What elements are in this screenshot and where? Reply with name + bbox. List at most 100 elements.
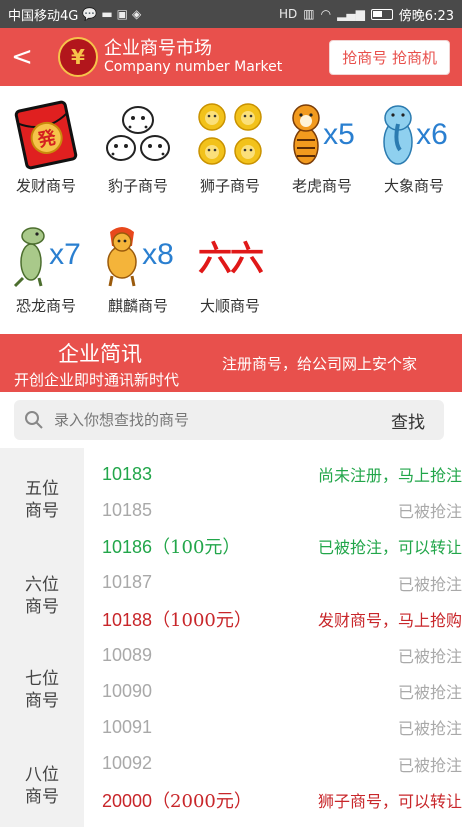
- multiplier-label: x5: [323, 118, 355, 151]
- number-value: 10187: [102, 572, 152, 593]
- number-row[interactable]: 20000（2000元） 狮子商号，可以转让: [84, 782, 462, 818]
- chat-icon: 💬: [82, 7, 98, 21]
- number-row[interactable]: 10187 已被抢注: [84, 565, 462, 601]
- number-text: 10183: [102, 463, 153, 484]
- search-button[interactable]: 查找: [372, 408, 444, 433]
- number-text: 10186: [102, 537, 153, 558]
- number-price: （100元）: [152, 537, 241, 559]
- signal-icon: ▂▄▆: [337, 7, 365, 21]
- number-row[interactable]: 10092 已被抢注: [84, 746, 462, 782]
- number-row[interactable]: 10188（1000元） 发财商号，马上抢购: [84, 601, 462, 637]
- number-status: 已被抢注，可以转让: [317, 538, 462, 558]
- liu-liu-icon: 六六: [190, 219, 270, 291]
- search-icon: [14, 410, 54, 430]
- leopard-icon: [98, 99, 178, 171]
- number-status: 已被抢注: [397, 755, 462, 775]
- category-laohu[interactable]: x5 老虎商号: [276, 95, 368, 205]
- category-facai[interactable]: 発 发财商号: [0, 95, 92, 205]
- lion-icon: [190, 99, 270, 171]
- group-seven-digit[interactable]: 七位 商号: [0, 668, 84, 712]
- image-icon: ▣: [116, 7, 128, 21]
- category-label: 大象商号: [383, 177, 444, 195]
- number-status: 发财商号，马上抢购: [317, 610, 462, 630]
- number-status: 狮子商号，可以转让: [317, 791, 462, 811]
- news-banner[interactable]: 企业简讯 开创企业即时通讯新时代 注册商号，给公司网上安个家: [0, 334, 462, 392]
- number-value: 10183: [102, 464, 152, 485]
- vibrate-icon: ▥: [303, 7, 315, 21]
- group-line1: 五位: [25, 479, 59, 499]
- category-baozi[interactable]: 豹子商号: [92, 95, 184, 205]
- multiplier-label: x7: [49, 238, 81, 271]
- number-text: 10185: [102, 499, 153, 520]
- banner-subtitle: 开创企业即时通讯新时代: [14, 371, 180, 389]
- category-label: 发财商号: [15, 177, 76, 195]
- app-icon: ▬: [101, 7, 113, 21]
- number-text: 20000: [102, 790, 153, 811]
- length-sidebar: 五位 商号 六位 商号 七位 商号 八位 商号: [0, 448, 84, 827]
- number-row[interactable]: 10091 已被抢注: [84, 709, 462, 745]
- banner-slogan: 注册商号，给公司网上安个家: [222, 355, 418, 373]
- category-dashun[interactable]: 六六 大顺商号: [184, 215, 276, 325]
- category-qilin[interactable]: x8 麒麟商号: [92, 215, 184, 325]
- number-price: （2000元）: [152, 790, 252, 812]
- category-shizi[interactable]: 狮子商号: [184, 95, 276, 205]
- logo-icon: ¥: [58, 37, 98, 77]
- number-row[interactable]: 10185 已被抢注: [84, 492, 462, 528]
- search-bar: 查找: [14, 400, 444, 440]
- number-text: 10089: [102, 644, 153, 665]
- multiplier-label: x8: [142, 238, 174, 271]
- number-price: （1000元）: [152, 609, 252, 631]
- category-label: 麒麟商号: [107, 297, 168, 315]
- status-bar: 中国移动4G 💬 ▬ ▣ ◈ HD ▥ ◠ ▂▄▆ 傍晚6:23: [0, 0, 462, 28]
- number-status: 已被抢注: [397, 683, 462, 703]
- number-row[interactable]: 10089 已被抢注: [84, 637, 462, 673]
- group-six-digit[interactable]: 六位 商号: [0, 574, 84, 618]
- number-value: 10185: [102, 500, 152, 521]
- group-line1: 八位: [25, 765, 59, 785]
- category-daxiang[interactable]: x6 大象商号: [368, 95, 460, 205]
- category-label: 狮子商号: [199, 177, 260, 195]
- title-cn: 企业商号市场: [104, 37, 212, 59]
- hd-icon: HD: [279, 7, 298, 21]
- number-value: 10090: [102, 681, 152, 702]
- number-status: 已被抢注: [397, 574, 462, 594]
- category-konglong[interactable]: x7 恐龙商号: [0, 215, 92, 325]
- number-value: 10091: [102, 717, 152, 738]
- number-text: 10090: [102, 680, 153, 701]
- group-line1: 六位: [25, 575, 59, 595]
- number-status: 已被抢注: [397, 719, 462, 739]
- tiger-icon: x5: [282, 99, 362, 171]
- category-label: 恐龙商号: [15, 297, 76, 315]
- qilin-icon: x8: [98, 219, 178, 291]
- group-line1: 七位: [25, 669, 59, 689]
- search-input[interactable]: [54, 411, 372, 429]
- number-value: 10092: [102, 753, 152, 774]
- number-row[interactable]: 10183 尚未注册，马上抢注: [84, 456, 462, 492]
- category-label: 老虎商号: [291, 177, 352, 195]
- liu-liu-glyphs: 六六: [198, 238, 264, 279]
- title-en: Company number Market: [104, 59, 283, 76]
- group-eight-digit[interactable]: 八位 商号: [0, 764, 84, 808]
- number-status: 尚未注册，马上抢注: [317, 466, 462, 485]
- elephant-icon: x6: [374, 99, 454, 171]
- category-label: 大顺商号: [199, 297, 260, 315]
- group-five-digit[interactable]: 五位 商号: [0, 478, 84, 522]
- number-text: 10092: [102, 753, 153, 774]
- grab-number-button[interactable]: 抢商号 抢商机: [329, 39, 450, 75]
- number-text: 10091: [102, 716, 153, 737]
- number-value: 20000（2000元）: [102, 787, 252, 813]
- number-row[interactable]: 10186（100元） 已被抢注，可以转让: [84, 528, 462, 564]
- page-title: 企业商号市场 Company number Market: [104, 37, 283, 76]
- back-button[interactable]: <: [0, 28, 44, 86]
- number-status: 已被抢注: [397, 502, 462, 522]
- dinosaur-icon: x7: [6, 219, 86, 291]
- carrier-label: 中国移动4G: [8, 8, 79, 24]
- number-status: 已被抢注: [397, 647, 462, 666]
- red-envelope-icon: 発: [6, 99, 86, 171]
- group-line2: 商号: [25, 597, 59, 617]
- number-row[interactable]: 10090 已被抢注: [84, 673, 462, 709]
- map-icon: ◈: [132, 7, 142, 21]
- app-header: < ¥ 企业商号市场 Company number Market 抢商号 抢商机: [0, 28, 462, 86]
- number-value: 10186（100元）: [102, 533, 240, 559]
- battery-icon: [370, 8, 393, 20]
